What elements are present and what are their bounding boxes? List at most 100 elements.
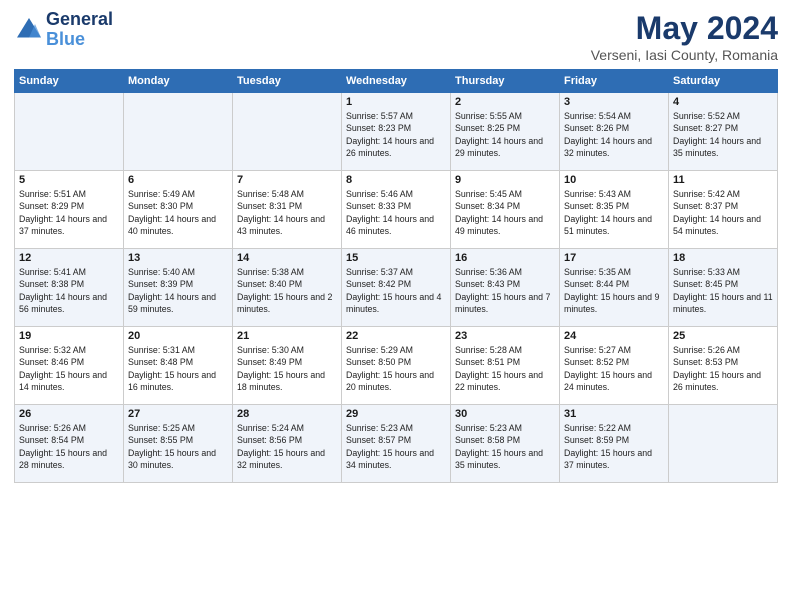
day-cell: 18Sunrise: 5:33 AMSunset: 8:45 PMDayligh… [669,249,778,327]
page: General Blue May 2024 Verseni, Iasi Coun… [0,0,792,612]
day-info: Sunrise: 5:48 AMSunset: 8:31 PMDaylight:… [237,188,337,237]
day-number: 26 [19,408,119,420]
day-number: 2 [455,96,555,108]
day-number: 11 [673,174,773,186]
day-number: 1 [346,96,446,108]
day-cell: 17Sunrise: 5:35 AMSunset: 8:44 PMDayligh… [560,249,669,327]
logo-icon [14,15,44,45]
day-info: Sunrise: 5:23 AMSunset: 8:57 PMDaylight:… [346,422,446,471]
weekday-header-monday: Monday [124,70,233,93]
day-info: Sunrise: 5:25 AMSunset: 8:55 PMDaylight:… [128,422,228,471]
day-info: Sunrise: 5:23 AMSunset: 8:58 PMDaylight:… [455,422,555,471]
day-number: 10 [564,174,664,186]
day-cell: 23 Sunrise: 5:28 AMSunset: 8:51 PMDayligh… [451,327,560,405]
weekday-header-tuesday: Tuesday [233,70,342,93]
day-number: 9 [455,174,555,186]
day-number: 23 [455,330,555,342]
day-cell: 9 Sunrise: 5:45 AMSunset: 8:34 PMDaylight… [451,171,560,249]
day-info: Sunrise: 5:37 AMSunset: 8:42 PMDaylight:… [346,266,446,315]
day-number: 27 [128,408,228,420]
day-info: Sunrise: 5:43 AMSunset: 8:35 PMDaylight:… [564,188,664,237]
day-number: 5 [19,174,119,186]
day-cell: 22Sunrise: 5:29 AMSunset: 8:50 PMDayligh… [342,327,451,405]
day-cell: 11 Sunrise: 5:42 AMSunset: 8:37 PMDayligh… [669,171,778,249]
day-info: Sunrise: 5:46 AMSunset: 8:33 PMDaylight:… [346,188,446,237]
day-info: Sunrise: 5:30 AMSunset: 8:49 PMDaylight:… [237,344,337,393]
month-title: May 2024 [591,10,778,47]
day-cell: 2 Sunrise: 5:55 AMSunset: 8:25 PMDaylight… [451,93,560,171]
day-cell: 31 Sunrise: 5:22 AMSunset: 8:59 PMDayligh… [560,405,669,483]
day-cell [233,93,342,171]
weekday-header-wednesday: Wednesday [342,70,451,93]
day-cell: 3 Sunrise: 5:54 AMSunset: 8:26 PMDaylight… [560,93,669,171]
day-number: 21 [237,330,337,342]
day-number: 30 [455,408,555,420]
day-cell: 8 Sunrise: 5:46 AMSunset: 8:33 PMDaylight… [342,171,451,249]
week-row-4: 19 Sunrise: 5:32 AMSunset: 8:46 PMDayligh… [15,327,778,405]
logo-line2: Blue [46,29,85,49]
day-info: Sunrise: 5:41 AMSunset: 8:38 PMDaylight:… [19,266,119,315]
day-number: 4 [673,96,773,108]
logo: General Blue [14,10,113,50]
day-cell: 28Sunrise: 5:24 AMSunset: 8:56 PMDayligh… [233,405,342,483]
day-number: 31 [564,408,664,420]
day-cell: 29 Sunrise: 5:23 AMSunset: 8:57 PMDayligh… [342,405,451,483]
calendar-body: 1 Sunrise: 5:57 AMSunset: 8:23 PMDaylight… [15,93,778,483]
day-cell [15,93,124,171]
day-cell [124,93,233,171]
week-row-3: 12 Sunrise: 5:41 AMSunset: 8:38 PMDayligh… [15,249,778,327]
weekday-header-thursday: Thursday [451,70,560,93]
day-number: 19 [19,330,119,342]
week-row-5: 26 Sunrise: 5:26 AMSunset: 8:54 PMDayligh… [15,405,778,483]
calendar-table: SundayMondayTuesdayWednesdayThursdayFrid… [14,69,778,483]
day-cell: 24Sunrise: 5:27 AMSunset: 8:52 PMDayligh… [560,327,669,405]
day-cell: 27 Sunrise: 5:25 AMSunset: 8:55 PMDayligh… [124,405,233,483]
day-info: Sunrise: 5:26 AMSunset: 8:53 PMDaylight:… [673,344,773,393]
logo-line1: General [46,10,113,30]
day-info: Sunrise: 5:52 AMSunset: 8:27 PMDaylight:… [673,110,773,159]
day-cell: 10 Sunrise: 5:43 AMSunset: 8:35 PMDayligh… [560,171,669,249]
day-info: Sunrise: 5:33 AMSunset: 8:45 PMDaylight:… [673,266,773,315]
day-number: 16 [455,252,555,264]
day-cell: 20Sunrise: 5:31 AMSunset: 8:48 PMDayligh… [124,327,233,405]
weekday-header-saturday: Saturday [669,70,778,93]
day-cell: 26 Sunrise: 5:26 AMSunset: 8:54 PMDayligh… [15,405,124,483]
day-number: 20 [128,330,228,342]
day-number: 17 [564,252,664,264]
day-info: Sunrise: 5:57 AMSunset: 8:23 PMDaylight:… [346,110,446,159]
day-number: 3 [564,96,664,108]
day-cell: 19 Sunrise: 5:32 AMSunset: 8:46 PMDayligh… [15,327,124,405]
day-info: Sunrise: 5:55 AMSunset: 8:25 PMDaylight:… [455,110,555,159]
day-info: Sunrise: 5:32 AMSunset: 8:46 PMDaylight:… [19,344,119,393]
title-block: May 2024 Verseni, Iasi County, Romania [591,10,778,63]
day-info: Sunrise: 5:45 AMSunset: 8:34 PMDaylight:… [455,188,555,237]
day-info: Sunrise: 5:38 AMSunset: 8:40 PMDaylight:… [237,266,337,315]
day-info: Sunrise: 5:28 AMSunset: 8:51 PMDaylight:… [455,344,555,393]
day-number: 22 [346,330,446,342]
day-cell: 30 Sunrise: 5:23 AMSunset: 8:58 PMDayligh… [451,405,560,483]
day-number: 14 [237,252,337,264]
day-info: Sunrise: 5:26 AMSunset: 8:54 PMDaylight:… [19,422,119,471]
day-number: 28 [237,408,337,420]
day-cell: 7Sunrise: 5:48 AMSunset: 8:31 PMDaylight… [233,171,342,249]
day-number: 6 [128,174,228,186]
day-number: 8 [346,174,446,186]
day-number: 13 [128,252,228,264]
weekday-header-friday: Friday [560,70,669,93]
day-info: Sunrise: 5:40 AMSunset: 8:39 PMDaylight:… [128,266,228,315]
day-cell: 21 Sunrise: 5:30 AMSunset: 8:49 PMDayligh… [233,327,342,405]
day-info: Sunrise: 5:22 AMSunset: 8:59 PMDaylight:… [564,422,664,471]
day-cell: 4 Sunrise: 5:52 AMSunset: 8:27 PMDaylight… [669,93,778,171]
day-info: Sunrise: 5:42 AMSunset: 8:37 PMDaylight:… [673,188,773,237]
day-cell [669,405,778,483]
weekday-header-sunday: Sunday [15,70,124,93]
day-info: Sunrise: 5:51 AMSunset: 8:29 PMDaylight:… [19,188,119,237]
day-cell: 12 Sunrise: 5:41 AMSunset: 8:38 PMDayligh… [15,249,124,327]
day-info: Sunrise: 5:49 AMSunset: 8:30 PMDaylight:… [128,188,228,237]
day-number: 29 [346,408,446,420]
day-number: 12 [19,252,119,264]
day-cell: 15Sunrise: 5:37 AMSunset: 8:42 PMDayligh… [342,249,451,327]
day-info: Sunrise: 5:54 AMSunset: 8:26 PMDaylight:… [564,110,664,159]
week-row-1: 1 Sunrise: 5:57 AMSunset: 8:23 PMDaylight… [15,93,778,171]
location: Verseni, Iasi County, Romania [591,47,778,63]
